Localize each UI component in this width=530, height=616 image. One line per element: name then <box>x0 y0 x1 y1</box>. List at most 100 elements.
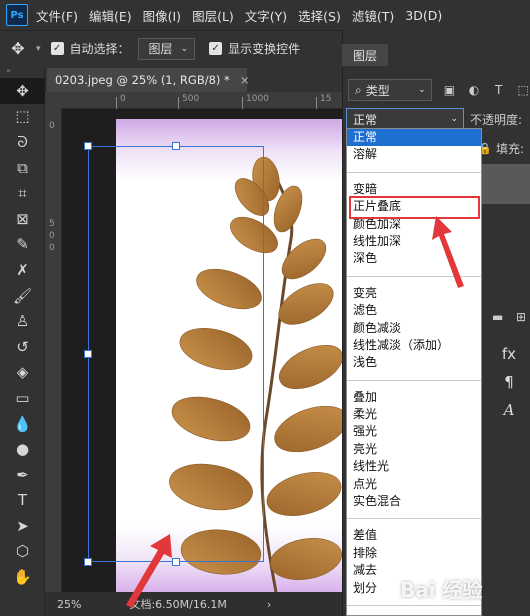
tab-layers[interactable]: 图层 <box>342 44 388 66</box>
ruler-label: 0 <box>49 121 55 131</box>
status-bar: 25% 文档:6.50M/16.1M › <box>45 592 342 616</box>
blend-option-dissolve[interactable]: 溶解 <box>347 146 481 163</box>
blend-option-difference[interactable]: 差值 <box>347 527 481 544</box>
ruler-label: 0 <box>49 231 55 241</box>
layer-filter-dropdown[interactable]: ⌕ 类型 ⌄ <box>348 79 432 101</box>
adjustment-filter-icon[interactable]: ◐ <box>467 83 481 97</box>
transform-handle[interactable] <box>84 142 92 150</box>
ruler-label: 0 <box>49 243 55 253</box>
shape-tool-icon[interactable]: ⬡ <box>0 539 45 565</box>
zoom-level[interactable]: 25% <box>57 598 81 611</box>
blend-option-color-dodge[interactable]: 颜色减淡 <box>347 320 481 337</box>
blend-option-exclusion[interactable]: 排除 <box>347 545 481 562</box>
opacity-label: 不透明度: <box>470 113 523 127</box>
chevron-down-icon[interactable]: ▾ <box>36 44 41 54</box>
layer-filter-value: 类型 <box>365 83 390 98</box>
pen-tool-icon[interactable]: ✒ <box>0 462 45 488</box>
eraser-tool-icon[interactable]: ◈ <box>0 360 45 386</box>
auto-select-checkbox[interactable]: ✓ <box>50 42 64 55</box>
ruler-corner <box>45 92 62 109</box>
canvas-area[interactable] <box>62 109 342 592</box>
lasso-tool-icon[interactable]: ᘐ <box>0 129 45 155</box>
auto-select-value: 图层 <box>148 42 173 56</box>
auto-select-label: 自动选择： <box>69 42 130 56</box>
collapsed-panel-icons: fx ¶ A <box>488 340 530 430</box>
blend-mode-select[interactable]: 正常 ⌄ <box>346 108 464 130</box>
fill-label: 填充: <box>496 142 525 156</box>
horizontal-ruler[interactable]: 0 500 1000 15 <box>62 92 342 109</box>
blend-option-soft-light[interactable]: 柔光 <box>347 406 481 423</box>
move-tool-icon[interactable]: ✥ <box>0 78 45 104</box>
marquee-tool-icon[interactable]: ⬚ <box>0 104 45 130</box>
menu-select[interactable]: 选择(S) <box>298 6 341 25</box>
layer-row[interactable] <box>480 164 530 204</box>
tools-panel: » ✥ ⬚ ᘐ ⧉ ⌗ ⊠ ✎ ✗ 🖌 ♙ ↺ ◈ ▭ 💧 ● ✒ T ➤ ⬡ … <box>0 66 45 616</box>
auto-select-dropdown[interactable]: 图层 ⌄ <box>137 37 196 60</box>
menu-divider <box>347 171 481 173</box>
quick-select-tool-icon[interactable]: ⧉ <box>0 155 45 181</box>
shape-filter-icon[interactable]: ⬚ <box>516 83 530 97</box>
menu-divider <box>347 379 481 381</box>
character-icon[interactable]: A <box>488 396 530 424</box>
blend-option-subtract[interactable]: 减去 <box>347 562 481 579</box>
image-filter-icon[interactable]: ▣ <box>443 83 457 97</box>
blend-option-overlay[interactable]: 叠加 <box>347 389 481 406</box>
blend-option-screen[interactable]: 滤色 <box>347 302 481 319</box>
blend-option-divide[interactable]: 划分 <box>347 580 481 597</box>
blend-option-pin-light[interactable]: 点光 <box>347 476 481 493</box>
crop-tool-icon[interactable]: ⌗ <box>0 180 45 206</box>
move-tool-preset-icon[interactable]: ✥ <box>0 39 36 58</box>
chevron-down-icon: ⌄ <box>180 43 189 54</box>
transform-handle[interactable] <box>172 142 180 150</box>
status-menu-arrow-icon[interactable]: › <box>267 598 271 611</box>
dodge-tool-icon[interactable]: ● <box>0 436 45 462</box>
clone-stamp-tool-icon[interactable]: ♙ <box>0 308 45 334</box>
menu-type[interactable]: 文字(Y) <box>245 6 287 25</box>
blend-option-hard-light[interactable]: 强光 <box>347 423 481 440</box>
ruler-label: 5 <box>49 219 55 229</box>
blend-mode-value: 正常 <box>353 112 378 127</box>
menu-file[interactable]: 文件(F) <box>36 6 78 25</box>
type-tool-icon[interactable]: T <box>0 488 45 514</box>
gradient-tool-icon[interactable]: ▭ <box>0 385 45 411</box>
ruler-label: 1000 <box>246 94 269 104</box>
menu-layer[interactable]: 图层(L) <box>192 6 234 25</box>
show-transform-label: 显示变换控件 <box>228 42 301 56</box>
show-transform-checkbox[interactable]: ✓ <box>209 42 223 55</box>
history-brush-tool-icon[interactable]: ↺ <box>0 334 45 360</box>
blend-option-linear-light[interactable]: 线性光 <box>347 458 481 475</box>
blend-option-linear-dodge[interactable]: 线性减淡（添加） <box>347 337 481 354</box>
transform-handle[interactable] <box>84 350 92 358</box>
fx-icon[interactable]: fx <box>488 340 530 368</box>
brush-tool-icon[interactable]: 🖌 <box>0 283 45 309</box>
document-tab[interactable]: 0203.jpeg @ 25% (1, RGB/8) * × <box>47 68 250 92</box>
healing-brush-tool-icon[interactable]: ✗ <box>0 257 45 283</box>
menu-filter[interactable]: 滤镜(T) <box>352 6 394 25</box>
ruler-label: 500 <box>182 94 200 104</box>
chevron-down-icon: ⌄ <box>418 85 426 95</box>
folder-icon[interactable]: ▬ <box>492 310 503 324</box>
blend-option-lighter-color[interactable]: 浅色 <box>347 354 481 371</box>
menu-bar: Ps 文件(F) 编辑(E) 图像(I) 图层(L) 文字(Y) 选择(S) 滤… <box>0 0 530 30</box>
type-filter-icon[interactable]: T <box>492 83 506 97</box>
collapse-icon[interactable]: » <box>0 66 44 78</box>
menu-image[interactable]: 图像(I) <box>143 6 181 25</box>
frame-tool-icon[interactable]: ⊠ <box>0 206 45 232</box>
search-icon: ⌕ <box>355 82 362 97</box>
blend-option-hard-mix[interactable]: 实色混合 <box>347 493 481 510</box>
menu-edit[interactable]: 编辑(E) <box>89 6 132 25</box>
close-icon[interactable]: × <box>240 73 250 87</box>
transform-bounding-box[interactable] <box>88 146 264 562</box>
eyedropper-tool-icon[interactable]: ✎ <box>0 232 45 258</box>
path-select-tool-icon[interactable]: ➤ <box>0 513 45 539</box>
blur-tool-icon[interactable]: 💧 <box>0 411 45 437</box>
blend-option-normal[interactable]: 正常 <box>347 129 481 147</box>
hand-tool-icon[interactable]: ✋ <box>0 564 45 590</box>
vertical-ruler[interactable]: 0 5 0 0 <box>45 109 62 592</box>
blend-option-vivid-light[interactable]: 亮光 <box>347 441 481 458</box>
new-layer-icon[interactable]: ⊞ <box>516 310 526 324</box>
menu-3d[interactable]: 3D(D) <box>405 8 442 23</box>
layer-filter-row: ⌕ 类型 ⌄ ▣ ◐ T ⬚ <box>342 76 530 104</box>
paragraph-icon[interactable]: ¶ <box>488 368 530 396</box>
transform-handle[interactable] <box>84 558 92 566</box>
